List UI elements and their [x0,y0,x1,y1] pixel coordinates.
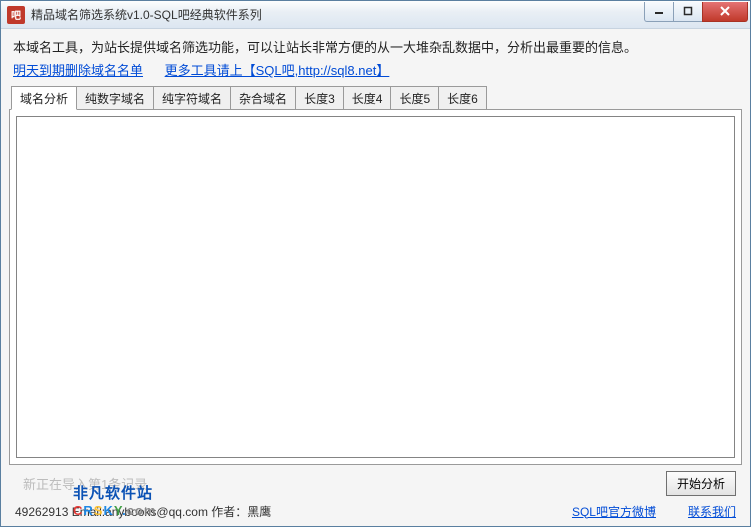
link-weibo[interactable]: SQL吧官方微博 [572,503,656,520]
analyze-button[interactable]: 开始分析 [666,471,736,496]
link-more-tools[interactable]: 更多工具请上【SQL吧,http://sql8.net】 [165,63,390,78]
footer-contact: 49262913 Email:anybooks@qq.com 作者：黑鹰 [15,503,572,520]
tab-len5[interactable]: 长度5 [390,86,439,110]
link-contact-us[interactable]: 联系我们 [688,503,736,520]
tab-content [9,109,742,465]
tab-strip: 域名分析 纯数字域名 纯字符域名 杂合域名 长度3 长度4 长度5 长度6 [7,86,744,110]
window-body: 本域名工具，为站长提供域名筛选功能，可以让站长非常方便的从一大堆杂乱数据中，分析… [1,29,750,526]
links-row: 明天到期删除域名名单 更多工具请上【SQL吧,http://sql8.net】 [7,58,744,85]
intro-text: 本域名工具，为站长提供域名筛选功能，可以让站长非常方便的从一大堆杂乱数据中，分析… [7,33,744,58]
textarea-wrap [16,116,735,458]
window-controls [645,2,748,22]
tab-analysis[interactable]: 域名分析 [11,86,77,110]
maximize-button[interactable] [673,2,703,22]
link-deleted-domains[interactable]: 明天到期删除域名名单 [13,63,143,78]
footer: 49262913 Email:anybooks@qq.com 作者：黑鹰 SQL… [7,498,744,524]
minimize-button[interactable] [644,2,674,22]
action-row: 新正在导入第1条记录 开始分析 [7,465,744,498]
tab-numeric[interactable]: 纯数字域名 [76,86,154,110]
window-title: 精品域名筛选系统v1.0-SQL吧经典软件系列 [31,6,645,23]
domain-input-textarea[interactable] [16,116,735,458]
tab-alpha[interactable]: 纯字符域名 [153,86,231,110]
tab-len4[interactable]: 长度4 [343,86,392,110]
app-window: 吧 精品域名筛选系统v1.0-SQL吧经典软件系列 本域名工具，为站长提供域名筛… [0,0,751,527]
titlebar: 吧 精品域名筛选系统v1.0-SQL吧经典软件系列 [1,1,750,29]
tab-len6[interactable]: 长度6 [438,86,487,110]
tab-mixed[interactable]: 杂合域名 [230,86,296,110]
app-icon: 吧 [7,6,25,24]
status-ghost-text: 新正在导入第1条记录 [9,474,147,493]
tab-len3[interactable]: 长度3 [295,86,344,110]
close-button[interactable] [702,2,748,22]
